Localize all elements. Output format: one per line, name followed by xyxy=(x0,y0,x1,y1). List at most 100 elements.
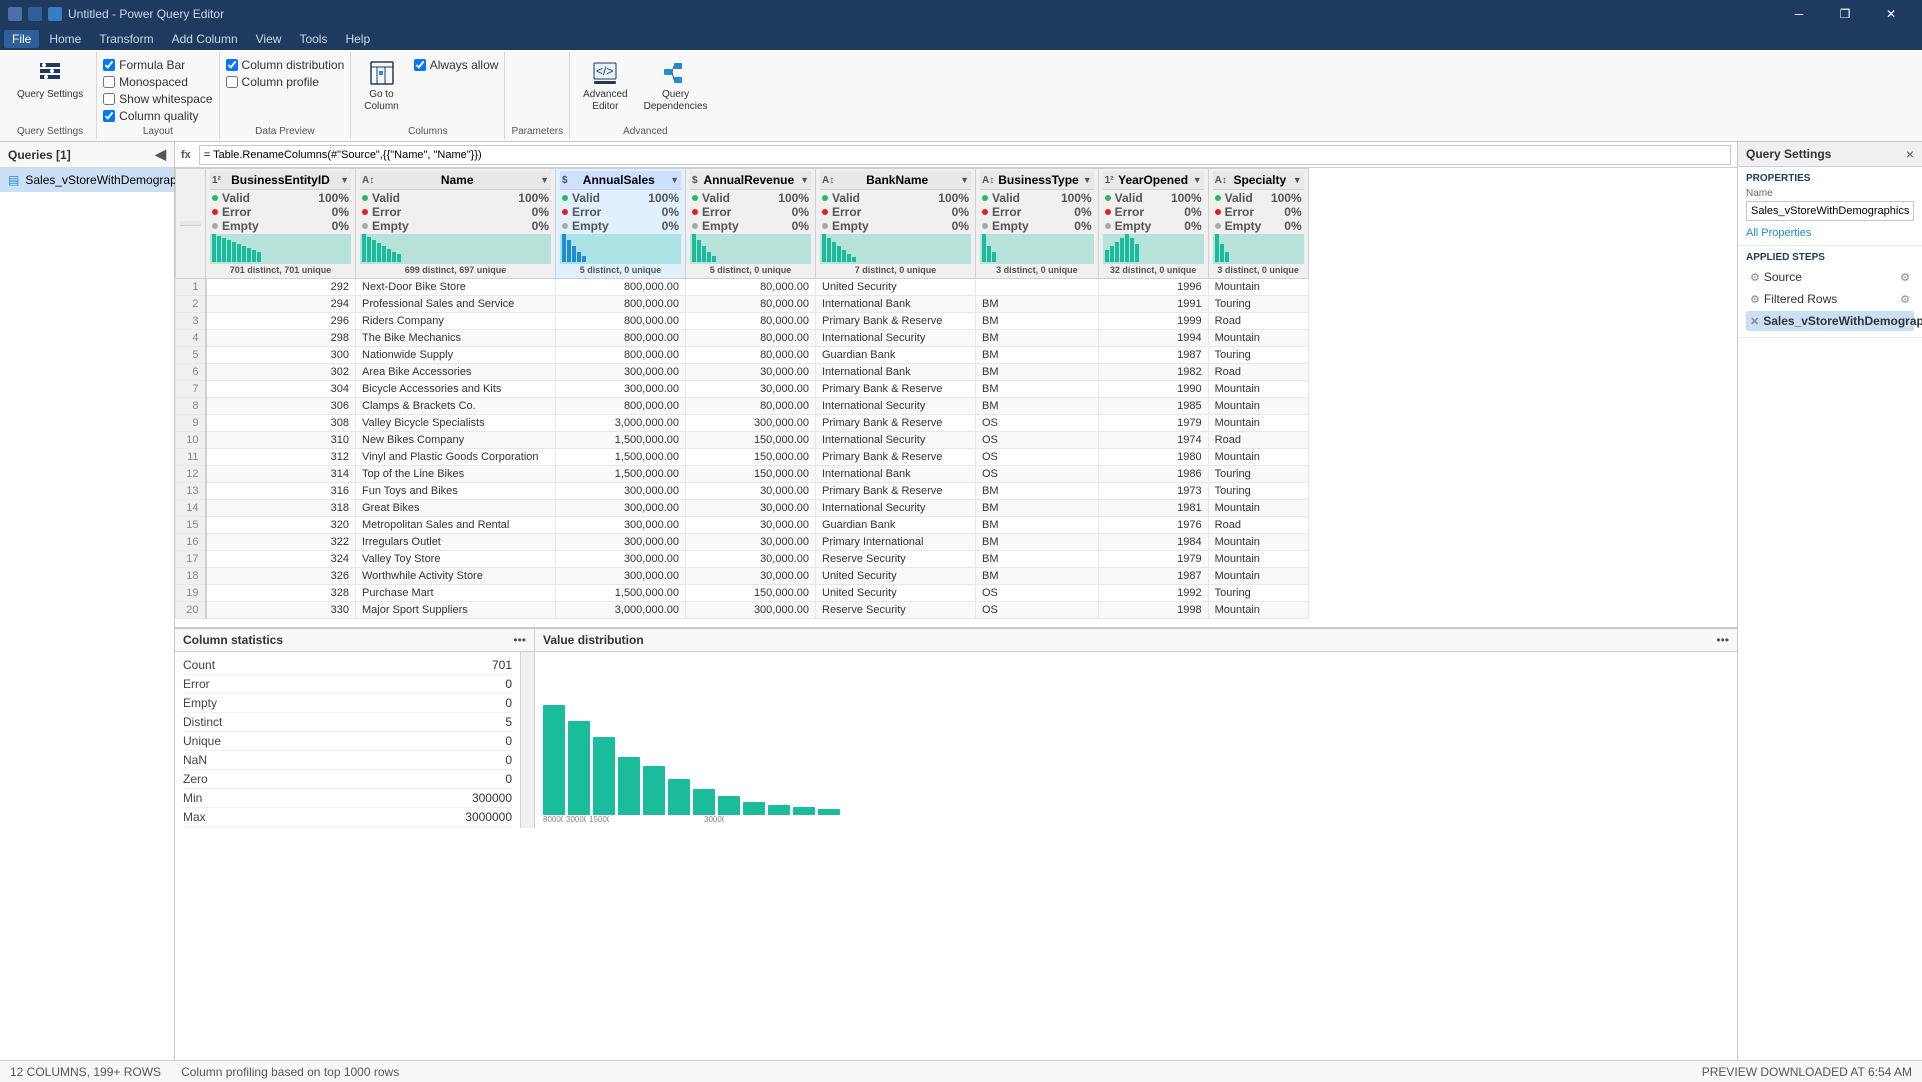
cell-specialty: Road xyxy=(1208,364,1308,381)
step-item[interactable]: ⚙Filtered Rows⚙ xyxy=(1746,289,1914,309)
menu-add-column[interactable]: Add Column xyxy=(164,30,246,48)
show-whitespace-check[interactable] xyxy=(103,93,115,105)
menu-file[interactable]: File xyxy=(4,30,39,48)
cell-bank-name: United Security xyxy=(816,279,976,296)
table-row[interactable]: 5300Nationwide Supply800,000.0080,000.00… xyxy=(176,347,1309,364)
menu-tools[interactable]: Tools xyxy=(291,30,335,48)
query-settings-button[interactable]: Query Settings xyxy=(10,54,90,106)
monospaced-checkbox[interactable]: Monospaced xyxy=(103,75,212,89)
restore-button[interactable]: ❐ xyxy=(1822,0,1868,28)
column-distribution-check[interactable] xyxy=(226,59,238,71)
col-filter-6[interactable]: ▼ xyxy=(1083,175,1092,185)
table-row[interactable]: 20330Major Sport Suppliers3,000,000.0030… xyxy=(176,602,1309,619)
col-filter-3[interactable]: ▼ xyxy=(670,175,679,185)
table-row[interactable]: 10310New Bikes Company1,500,000.00150,00… xyxy=(176,432,1309,449)
table-row[interactable]: 13316Fun Toys and Bikes300,000.0030,000.… xyxy=(176,483,1309,500)
stat-name: Max xyxy=(183,810,206,824)
table-row[interactable]: 18326Worthwhile Activity Store300,000.00… xyxy=(176,568,1309,585)
col-filter-7[interactable]: ▼ xyxy=(1193,175,1202,185)
cell-annual-sales: 1,500,000.00 xyxy=(556,449,686,466)
cell-annual-sales: 300,000.00 xyxy=(556,551,686,568)
menu-transform[interactable]: Transform xyxy=(91,30,161,48)
table-row[interactable]: 4298The Bike Mechanics800,000.0080,000.0… xyxy=(176,330,1309,347)
table-row[interactable]: 19328Purchase Mart1,500,000.00150,000.00… xyxy=(176,585,1309,602)
table-row[interactable]: 1292Next-Door Bike Store800,000.0080,000… xyxy=(176,279,1309,296)
queries-title: Queries [1] xyxy=(8,148,71,162)
menu-view[interactable]: View xyxy=(248,30,290,48)
col-filter-5[interactable]: ▼ xyxy=(960,175,969,185)
always-allow-check[interactable] xyxy=(414,59,426,71)
col-filter-8[interactable]: ▼ xyxy=(1293,175,1302,185)
close-button[interactable]: ✕ xyxy=(1868,0,1914,28)
col-filter-4[interactable]: ▼ xyxy=(800,175,809,185)
step-gear-icon[interactable]: ⚙ xyxy=(1750,293,1760,306)
step-gear-icon[interactable]: ⚙ xyxy=(1750,271,1760,284)
table-row[interactable]: 15320Metropolitan Sales and Rental300,00… xyxy=(176,517,1309,534)
cell-specialty: Mountain xyxy=(1208,381,1308,398)
column-profile-check[interactable] xyxy=(226,76,238,88)
query-settings-close[interactable]: × xyxy=(1906,146,1914,162)
cell-bank-name: International Bank xyxy=(816,364,976,381)
col-filter-1[interactable]: ▼ xyxy=(340,175,349,185)
table-row[interactable]: 8306Clamps & Brackets Co.800,000.0080,00… xyxy=(176,398,1309,415)
col-chart-4 xyxy=(690,234,811,264)
column-quality-checkbox[interactable]: Column quality xyxy=(103,109,212,123)
all-properties-link[interactable]: All Properties xyxy=(1746,227,1811,239)
cell-business-type: BM xyxy=(976,330,1099,347)
formula-bar-input[interactable] xyxy=(199,145,1731,165)
col-distinct-3: 5 distinct, 0 unique xyxy=(560,264,681,276)
menu-help[interactable]: Help xyxy=(337,30,378,48)
dist-label xyxy=(796,815,816,824)
show-whitespace-checkbox[interactable]: Show whitespace xyxy=(103,92,212,106)
cell-business-entity-id: 314 xyxy=(206,466,356,483)
col-filter-2[interactable]: ▼ xyxy=(540,175,549,185)
dist-bar xyxy=(593,737,615,815)
name-prop-input[interactable] xyxy=(1746,201,1914,221)
step-item[interactable]: ✕Sales_vStoreWithDemographics xyxy=(1746,311,1914,331)
column-quality-check[interactable] xyxy=(103,110,115,122)
cell-bank-name: Guardian Bank xyxy=(816,347,976,364)
dist-menu[interactable]: ••• xyxy=(1716,633,1729,647)
table-row[interactable]: 3296Riders Company800,000.0080,000.00Pri… xyxy=(176,313,1309,330)
minimize-button[interactable]: ─ xyxy=(1776,0,1822,28)
step-item[interactable]: ⚙Source⚙ xyxy=(1746,267,1914,287)
formula-bar-checkbox[interactable]: Formula Bar xyxy=(103,58,212,72)
col-icon-7: 1² xyxy=(1105,175,1114,186)
queries-collapse-button[interactable]: ◀ xyxy=(155,146,166,163)
table-row[interactable]: 12314Top of the Line Bikes1,500,000.0015… xyxy=(176,466,1309,483)
step-gear-action[interactable]: ⚙ xyxy=(1900,271,1910,284)
menu-home[interactable]: Home xyxy=(41,30,89,48)
step-gear-action[interactable]: ⚙ xyxy=(1900,293,1910,306)
query-dependencies-button[interactable]: QueryDependencies xyxy=(637,54,715,118)
formula-bar-check[interactable] xyxy=(103,59,115,71)
col-stats-menu[interactable]: ••• xyxy=(513,633,526,647)
stats-scroll[interactable] xyxy=(520,652,534,828)
advanced-editor-button[interactable]: </> AdvancedEditor xyxy=(576,54,634,118)
row-number-cell: 5 xyxy=(176,347,206,364)
always-allow-checkbox[interactable]: Always allow xyxy=(414,58,499,72)
cell-business-type: OS xyxy=(976,432,1099,449)
col-name-4: AnnualRevenue xyxy=(702,173,797,187)
table-row[interactable]: 17324Valley Toy Store300,000.0030,000.00… xyxy=(176,551,1309,568)
table-row[interactable]: 14318Great Bikes300,000.0030,000.00Inter… xyxy=(176,500,1309,517)
column-profile-checkbox[interactable]: Column profile xyxy=(226,75,345,89)
column-distribution-checkbox[interactable]: Column distribution xyxy=(226,58,345,72)
col-icon-2: A↕ xyxy=(362,175,374,186)
table-row[interactable]: 11312Vinyl and Plastic Goods Corporation… xyxy=(176,449,1309,466)
formula-bar-label: Formula Bar xyxy=(119,58,185,72)
data-table-container[interactable]: 1² BusinessEntityID ▼ Valid100% Error0% … xyxy=(175,168,1737,628)
table-row[interactable]: 6302Area Bike Accessories300,000.0030,00… xyxy=(176,364,1309,381)
table-row[interactable]: 16322Irregulars Outlet300,000.0030,000.0… xyxy=(176,534,1309,551)
advanced-editor-icon: </> xyxy=(591,59,619,87)
go-to-column-button[interactable]: Go toColumn xyxy=(357,54,405,118)
cell-annual-revenue: 80,000.00 xyxy=(686,279,816,296)
query-item-1[interactable]: ▤ Sales_vStoreWithDemographics xyxy=(0,168,174,192)
applied-steps-section: APPLIED STEPS ⚙Source⚙⚙Filtered Rows⚙✕Sa… xyxy=(1738,246,1922,338)
monospaced-check[interactable] xyxy=(103,76,115,88)
col-chart-8 xyxy=(1213,234,1304,264)
cell-business-type: BM xyxy=(976,568,1099,585)
table-row[interactable]: 7304Bicycle Accessories and Kits300,000.… xyxy=(176,381,1309,398)
table-row[interactable]: 9308Valley Bicycle Specialists3,000,000.… xyxy=(176,415,1309,432)
stat-item: Average1584736... xyxy=(183,827,512,828)
table-row[interactable]: 2294Professional Sales and Service800,00… xyxy=(176,296,1309,313)
